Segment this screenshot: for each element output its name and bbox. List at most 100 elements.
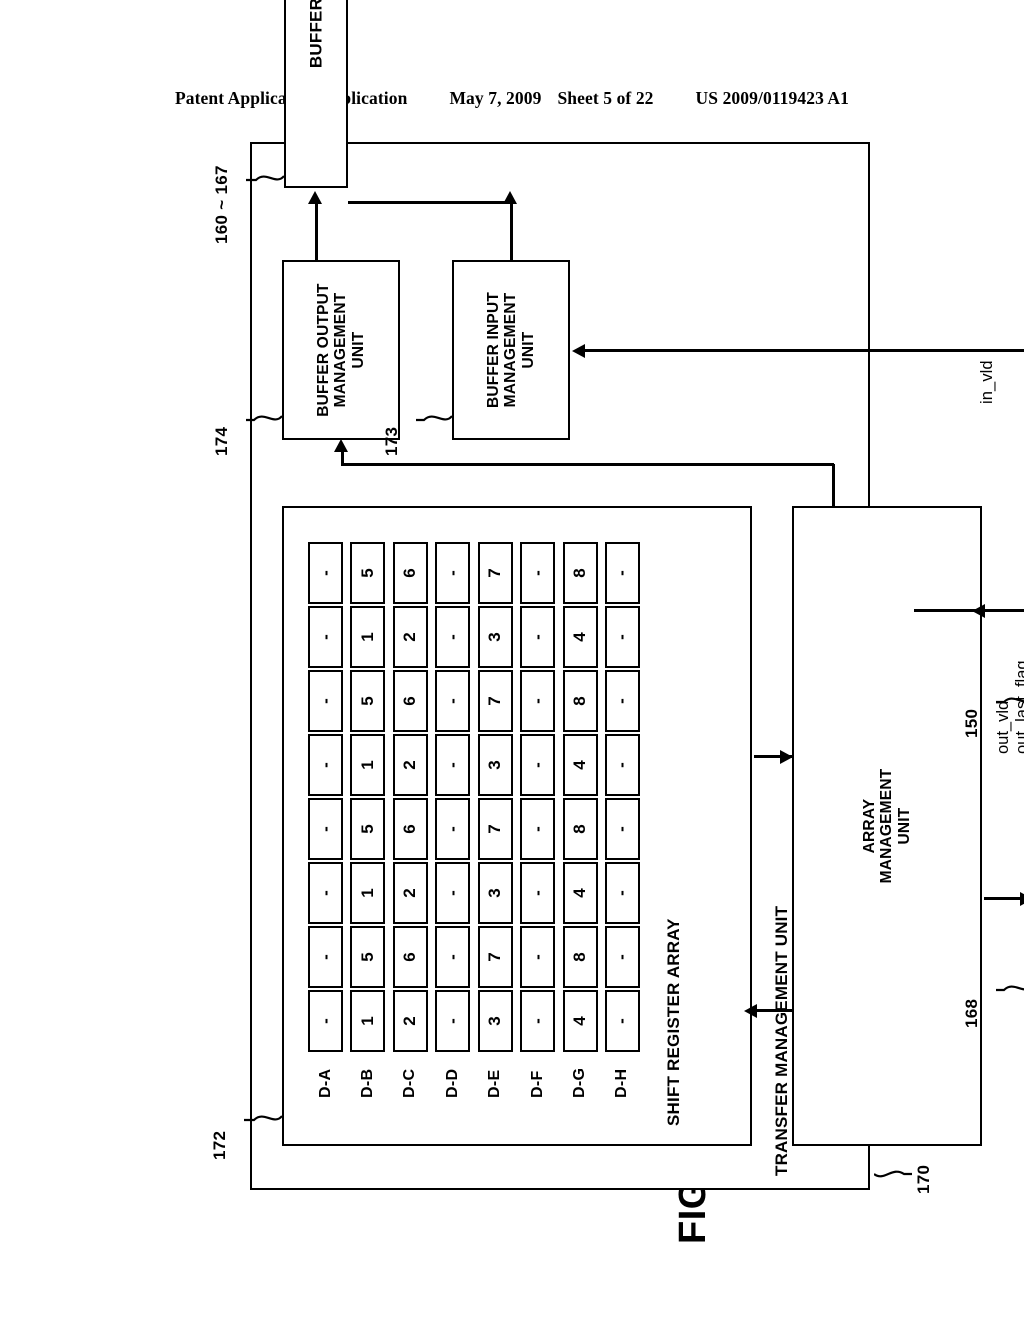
shift-register-grid: D-A - - - - - - - - D-B 1 5 1 5 1 5 1 5 D-C 2 6 2 6 2 6 2 6 D-D - - - -…	[308, 538, 640, 1098]
ref-number-168: 168	[962, 998, 981, 1028]
shift-register-cell: 7	[477, 926, 513, 988]
shift-register-row-cells: --------	[435, 542, 471, 1052]
shift-register-row: D-F - - - - - - - -	[520, 538, 556, 1098]
shift-register-row-cells: 15151515	[350, 542, 386, 1052]
arrowhead-amu-to-bomu	[334, 439, 348, 452]
shift-register-row: D-H - - - - - - - -	[604, 538, 640, 1098]
shift-register-cell: 3	[477, 990, 513, 1052]
shift-register-cell: 1	[350, 862, 386, 924]
shift-register-cell: 1	[350, 990, 386, 1052]
shift-register-cell: 7	[477, 542, 513, 604]
ref-number-150: 150	[962, 708, 981, 738]
connector-cmu-to-amu-b	[984, 609, 996, 612]
connector-amu-to-sra	[754, 1009, 792, 1012]
shift-register-row: D-A - - - - - - - -	[308, 538, 343, 1098]
buffer-output-management-unit-label: BUFFER OUTPUT MANAGEMENT UNIT	[314, 283, 367, 417]
shift-register-row-label: D-A	[316, 1068, 334, 1098]
shift-register-cell: -	[604, 990, 640, 1052]
ref-leader-168	[996, 985, 1024, 992]
buffer-label: BUFFER	[306, 0, 326, 69]
shift-register-cell: 3	[477, 862, 513, 924]
shift-register-cell: 7	[477, 798, 513, 860]
shift-register-row-label: D-D	[443, 1068, 461, 1098]
buffer-output-management-unit-box: BUFFER OUTPUT MANAGEMENT UNIT	[282, 260, 400, 440]
shift-register-cell: -	[308, 926, 343, 988]
array-management-unit-label: ARRAY MANAGEMENT UNIT	[860, 768, 913, 884]
shift-register-cell: -	[308, 798, 343, 860]
connector-cmu-to-amu	[994, 609, 1024, 612]
ref-number-170: 170	[914, 1164, 933, 1194]
signal-out-last-flag: out_last_flag	[1012, 660, 1024, 754]
shift-register-row: D-G 4 8 4 8 4 8 4 8	[562, 538, 598, 1098]
shift-register-cell: 8	[562, 926, 598, 988]
shift-register-cell: -	[520, 990, 556, 1052]
shift-register-cell: 2	[392, 990, 428, 1052]
signal-out-vld: out_vld	[994, 700, 1012, 754]
shift-register-cell: 8	[562, 542, 598, 604]
signal-bundle-labels: out_vld out_last_flag out_last_mask	[994, 648, 1024, 754]
connector-bimu-to-buffer-h	[510, 202, 513, 260]
array-management-unit-box: ARRAY MANAGEMENT UNIT	[792, 506, 982, 1146]
shift-register-cell: 4	[562, 734, 598, 796]
shift-register-cell: 6	[392, 670, 428, 732]
shift-register-cell: 1	[350, 606, 386, 668]
shift-register-cell: 2	[392, 862, 428, 924]
shift-register-row-cells: 37373737	[477, 542, 513, 1052]
shift-register-cell: 2	[392, 606, 428, 668]
connector-amu-to-bomu-h1	[832, 464, 835, 506]
shift-register-cell: -	[604, 606, 640, 668]
arrowhead-amu-to-sra	[744, 1004, 757, 1018]
shift-register-row-cells: 48484848	[562, 542, 598, 1052]
shift-register-cell: -	[520, 606, 556, 668]
ref-number-173: 173	[382, 426, 401, 456]
shift-register-cell: 5	[350, 542, 386, 604]
shift-register-cell: -	[435, 734, 471, 796]
shift-register-cell: -	[604, 798, 640, 860]
shift-register-cell: -	[435, 542, 471, 604]
ref-number-174: 174	[212, 426, 231, 456]
shift-register-cell: -	[435, 798, 471, 860]
shift-register-row-cells: 26262626	[392, 542, 428, 1052]
arrowhead-bomu-to-buffer	[308, 191, 322, 204]
connector-bimu-to-buffer-v	[348, 201, 512, 204]
buffer-input-management-unit-label: BUFFER INPUT MANAGEMENT UNIT	[484, 291, 537, 409]
shift-register-cell: -	[308, 734, 343, 796]
shift-register-cell: -	[308, 990, 343, 1052]
connector-cmu-to-bimu-v	[584, 349, 1024, 352]
shift-register-row-cells: --------	[520, 542, 556, 1052]
shift-register-cell: -	[308, 542, 343, 604]
buffer-input-management-unit-box: BUFFER INPUT MANAGEMENT UNIT	[452, 260, 570, 440]
shift-register-cell: 6	[392, 798, 428, 860]
shift-register-cell: -	[520, 670, 556, 732]
shift-register-cell: -	[435, 926, 471, 988]
buffer-box: BUFFER	[284, 0, 348, 188]
shift-register-cell: 5	[350, 798, 386, 860]
shift-register-cell: 3	[477, 734, 513, 796]
shift-register-row: D-C 2 6 2 6 2 6 2 6	[392, 538, 428, 1098]
shift-register-array-label: SHIFT REGISTER ARRAY	[664, 918, 683, 1126]
connector-amu-to-bomu-h2	[341, 450, 344, 466]
figure-drawing: FIG.7 TRANSFER MANAGEMENT UNIT 170 171 S…	[132, 0, 1024, 1250]
ref-leader-170	[874, 1170, 912, 1178]
shift-register-cell: -	[520, 798, 556, 860]
connector-amu-to-bomu-v	[341, 463, 834, 466]
shift-register-cell: -	[308, 670, 343, 732]
shift-register-cell: 6	[392, 926, 428, 988]
transfer-management-unit-label: TRANSFER MANAGEMENT UNIT	[772, 905, 791, 1176]
shift-register-row: D-E 3 7 3 7 3 7 3 7	[477, 538, 513, 1098]
shift-register-cell: -	[308, 862, 343, 924]
ref-number-160-167: 160 ~ 167	[212, 165, 231, 244]
shift-register-cell: 4	[562, 606, 598, 668]
shift-register-cell: 6	[392, 542, 428, 604]
arrowhead-bimu-to-buffer	[503, 191, 517, 204]
shift-register-row-label: D-C	[401, 1068, 419, 1098]
shift-register-row: D-B 1 5 1 5 1 5 1 5	[350, 538, 386, 1098]
shift-register-cell: -	[604, 670, 640, 732]
shift-register-row-cells: --------	[604, 542, 640, 1052]
figure-canvas: FIG.7 TRANSFER MANAGEMENT UNIT 170 171 S…	[0, 0, 1024, 1320]
shift-register-row-label: D-E	[486, 1069, 504, 1098]
shift-register-cell: -	[604, 734, 640, 796]
shift-register-row-label: D-B	[358, 1068, 376, 1098]
ref-leader-173	[416, 415, 453, 422]
shift-register-cell: -	[604, 862, 640, 924]
